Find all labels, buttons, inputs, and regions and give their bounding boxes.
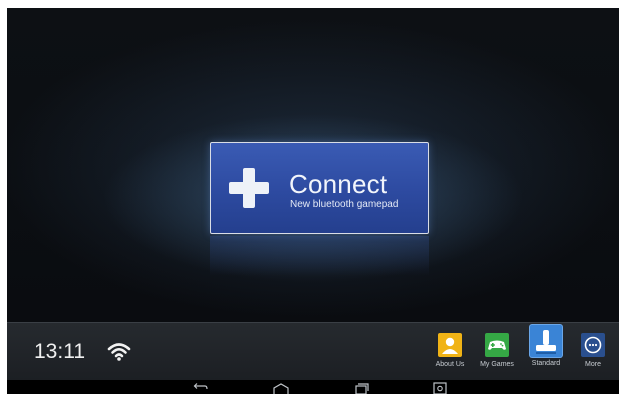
dock-item-label: More	[585, 361, 601, 368]
dock-item-standard[interactable]: Standard	[521, 325, 571, 375]
screenshot-icon[interactable]	[431, 382, 449, 394]
dock-item-about-us[interactable]: About Us	[425, 327, 475, 377]
recents-icon[interactable]	[352, 382, 370, 394]
main-screen: Connect New bluetooth gamepad	[7, 8, 619, 322]
dock-item-label: My Games	[480, 361, 514, 368]
wifi-icon	[107, 343, 131, 361]
dock-item-my-games[interactable]: My Games	[472, 327, 522, 377]
clock: 13:11	[34, 340, 85, 363]
back-icon[interactable]	[191, 382, 209, 394]
system-nav-bar	[7, 380, 619, 394]
plus-icon	[229, 168, 269, 208]
dock-item-more[interactable]: More	[568, 327, 618, 377]
home-icon[interactable]	[272, 382, 290, 394]
about-us-icon	[438, 333, 462, 357]
connect-title: Connect	[289, 169, 388, 199]
dock-item-label: Standard	[531, 360, 561, 367]
joystick-icon	[530, 325, 562, 357]
bottom-dock: 13:11 About Us My Games Standard More	[7, 322, 619, 380]
connect-button[interactable]: Connect New bluetooth gamepad	[210, 142, 429, 234]
dock-item-label: About Us	[435, 361, 465, 368]
connect-subtitle: New bluetooth gamepad	[290, 199, 399, 210]
tablet-screen: Connect New bluetooth gamepad 13:11 Abou…	[7, 8, 619, 394]
more-icon	[581, 333, 605, 357]
button-reflection	[210, 236, 429, 276]
gamepad-icon	[485, 333, 509, 357]
